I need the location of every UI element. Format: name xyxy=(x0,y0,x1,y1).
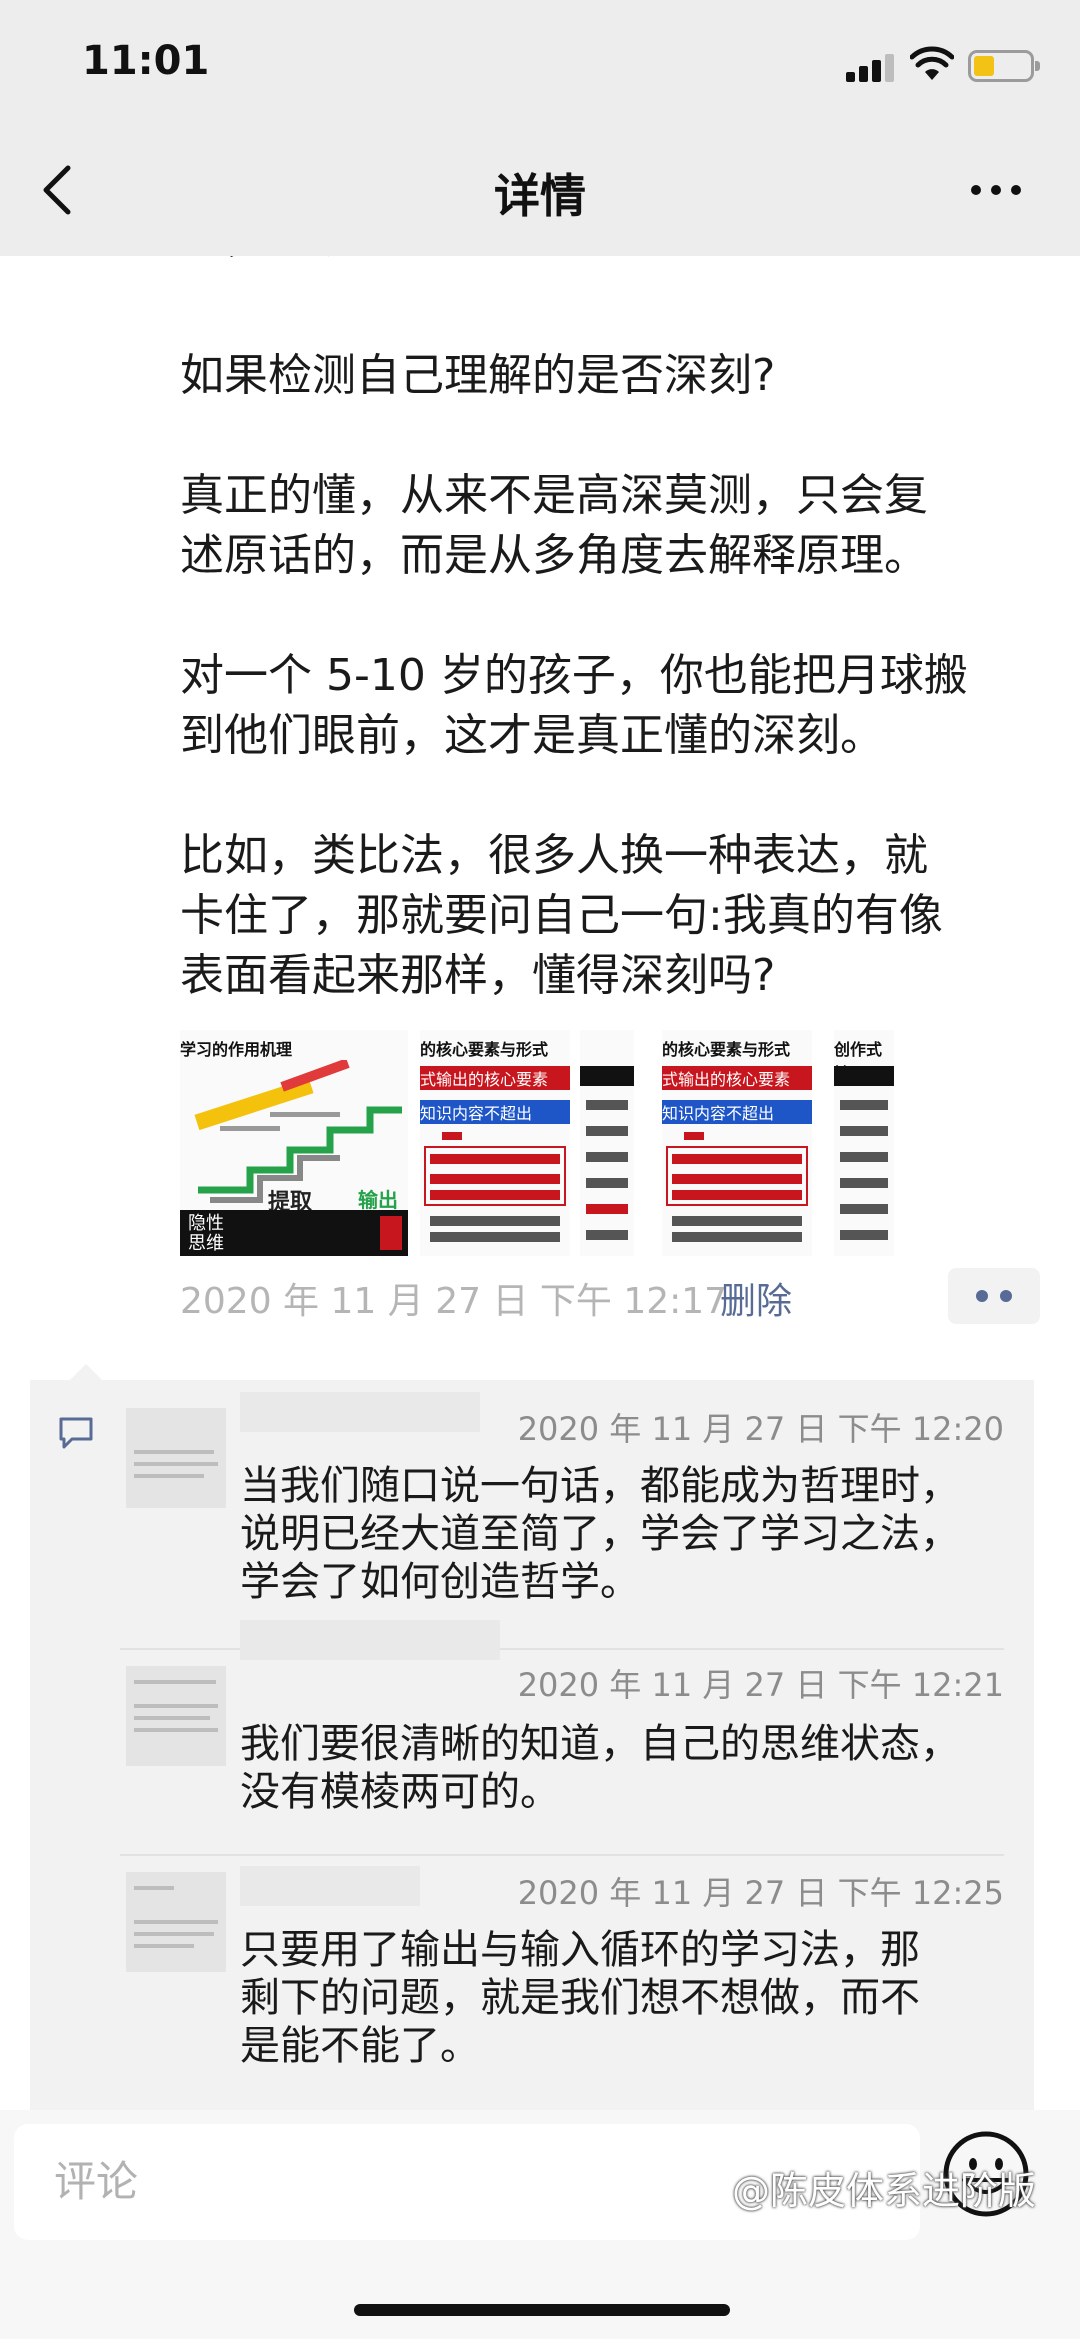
delete-link[interactable]: 删除 xyxy=(720,1272,792,1324)
comment-text: 当我们随口说一句话，都能成为哲理时， 说明已经大道至简了，学会了学习之法， 学会… xyxy=(240,1463,960,1605)
more-options-icon[interactable] xyxy=(966,170,1026,210)
avatar[interactable] xyxy=(126,1872,226,1972)
commenter-name[interactable] xyxy=(240,1866,420,1906)
image-thumbnail[interactable]: 创作式输 xyxy=(834,1030,894,1256)
battery-icon xyxy=(968,50,1040,82)
post-timestamp: 2020 年 11 月 27 日 下午 12:17 xyxy=(180,1281,728,1322)
commenter-name[interactable] xyxy=(240,1392,480,1432)
comment-timestamp: 2020 年 11 月 27 日 下午 12:25 xyxy=(517,1874,1004,1912)
post-paragraph: 真正的懂，从来不是高深莫测，只会复 述原话的，而是从多角度去解释原理。 xyxy=(180,470,928,581)
image-thumbnail[interactable]: 的核心要素与形式 式输出的核心要素 知识内容不超出 xyxy=(420,1030,570,1256)
comment-divider xyxy=(120,1854,1004,1856)
comment-timestamp: 2020 年 11 月 27 日 下午 12:21 xyxy=(517,1666,1004,1704)
status-time: 11:01 xyxy=(82,38,210,84)
post-paragraph: 比如，类比法，很多人换一种表达，就 卡住了，那就要问自己一句:我真的有像 表面看… xyxy=(180,830,943,1001)
comment-icon xyxy=(59,1417,93,1449)
like-comment-button[interactable] xyxy=(948,1268,1040,1324)
top-bar-edge xyxy=(0,238,1080,256)
comment-text: 只要用了输出与输入循环的学习法，那 剩下的问题，就是我们想不想做，而不 是能不能… xyxy=(240,1927,920,2069)
signal-icon xyxy=(846,52,896,82)
image-gallery: 学习的作用机理 提取 输出 隐性思维 的核心要素与形式 式输出的核心要素 知识内… xyxy=(180,1030,900,1256)
comments-section: 2020 年 11 月 27 日 下午 12:20 当我们随口说一句话，都能成为… xyxy=(30,1364,1034,2110)
avatar[interactable] xyxy=(126,1408,226,1508)
top-bar: 11:01 详情 xyxy=(0,0,1080,256)
commenter-name[interactable] xyxy=(240,1620,500,1660)
image-thumbnail[interactable]: 学习的作用机理 提取 输出 隐性思维 xyxy=(180,1030,408,1256)
image-thumbnail[interactable]: 的核心要素与形式 式输出的核心要素 知识内容不超出 xyxy=(662,1030,812,1256)
image-thumbnail[interactable] xyxy=(580,1030,634,1256)
page-title: 详情 xyxy=(494,169,586,223)
wifi-icon xyxy=(910,46,954,80)
avatar[interactable] xyxy=(126,1666,226,1766)
post-paragraph: 对一个 5-10 岁的孩子，你也能把月球搬 到他们眼前，这才是真正懂的深刻。 xyxy=(180,650,968,761)
home-indicator xyxy=(354,2304,730,2316)
comment-text: 我们要很清晰的知道，自己的思维状态， 没有模棱两可的。 xyxy=(240,1721,960,1815)
comment-timestamp: 2020 年 11 月 27 日 下午 12:20 xyxy=(517,1410,1004,1448)
watermark: @陈皮体系进阶版 xyxy=(732,2169,1037,2213)
post-paragraph: 如果检测自己理解的是否深刻? xyxy=(180,350,776,401)
